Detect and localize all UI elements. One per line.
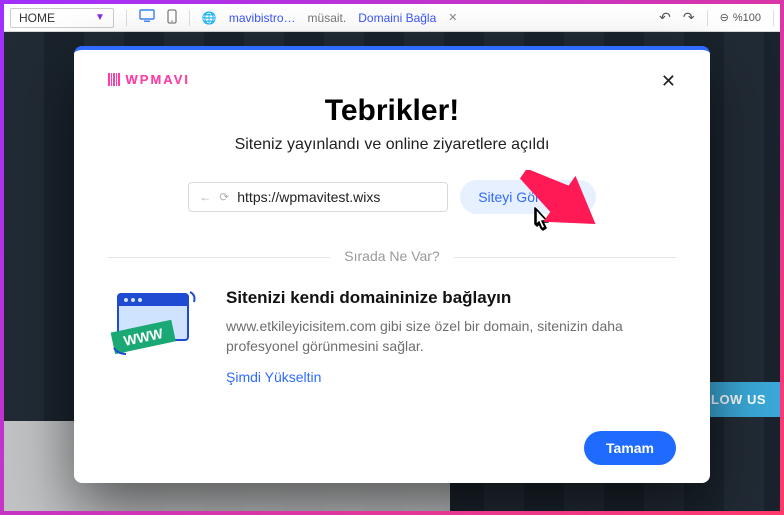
- separator: [707, 10, 708, 26]
- desktop-icon[interactable]: [139, 9, 155, 26]
- site-url-field: ← ⟳: [188, 182, 448, 212]
- logo-text: WPMAVI: [126, 72, 190, 87]
- publish-success-modal: WPMAVI ✕ Tebrikler! Siteniz yayınlandı v…: [74, 46, 710, 483]
- domain-body: www.etkileyicisitem.com gibi size özel b…: [226, 316, 646, 357]
- ok-button[interactable]: Tamam: [584, 431, 676, 465]
- domain-heading: Sitenizi kendi domaininize bağlayın: [226, 288, 646, 308]
- modal-subtitle: Siteniz yayınlandı ve online ziyaretlere…: [108, 136, 676, 154]
- editor-toolbar: HOME ▼ 🌐 mavibistro… müsait. Domaini Bağ…: [4, 4, 780, 32]
- view-site-button[interactable]: Siteyi Görüntüle: [460, 180, 596, 214]
- availability-text: müsait.: [308, 11, 347, 25]
- modal-title: Tebrikler!: [108, 94, 676, 128]
- site-url-input[interactable]: [237, 189, 437, 205]
- view-site-label: Siteyi Görüntüle: [478, 189, 578, 205]
- wpmavi-logo: WPMAVI: [108, 72, 190, 87]
- refresh-icon: ⟳: [219, 190, 229, 204]
- whats-next-label: Sırada Ne Var?: [330, 248, 453, 264]
- zoom-control[interactable]: ⊖ %100: [720, 11, 761, 24]
- back-arrow-icon: ←: [199, 190, 211, 204]
- separator: [189, 10, 190, 26]
- chevron-down-icon: ▼: [95, 12, 105, 23]
- separator: [126, 10, 127, 26]
- separator: [773, 10, 774, 26]
- upgrade-now-link[interactable]: Şimdi Yükseltin: [226, 369, 321, 385]
- domain-illustration: WWW: [108, 288, 204, 365]
- page-selector[interactable]: HOME ▼: [10, 8, 114, 28]
- zoom-value: %100: [733, 12, 761, 24]
- dismiss-tag-icon[interactable]: ✕: [448, 11, 457, 24]
- close-icon[interactable]: ✕: [661, 72, 676, 90]
- undo-icon[interactable]: ↶: [659, 9, 671, 26]
- site-name-link[interactable]: mavibistro…: [229, 11, 296, 25]
- zoom-out-icon: ⊖: [720, 11, 729, 24]
- globe-icon: 🌐: [202, 11, 217, 25]
- whats-next-divider: Sırada Ne Var?: [108, 248, 676, 266]
- connect-domain-link[interactable]: Domaini Bağla: [358, 11, 436, 25]
- page-selector-label: HOME: [19, 11, 55, 25]
- pointer-cursor-icon: [528, 207, 554, 243]
- redo-icon[interactable]: ↷: [683, 9, 695, 26]
- mobile-icon[interactable]: [167, 9, 177, 27]
